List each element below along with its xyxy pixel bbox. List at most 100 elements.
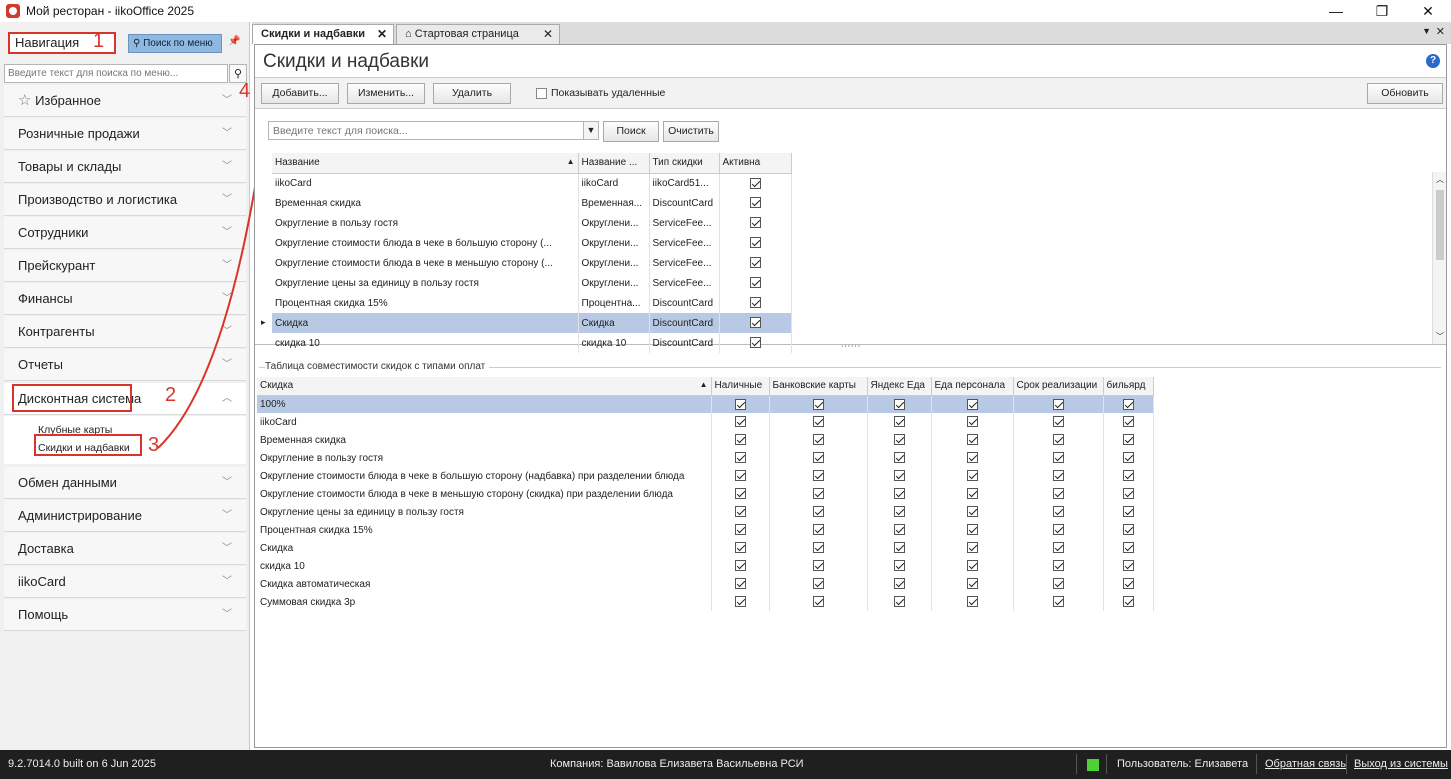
nav-item-bottom-4[interactable]: Помощь ﹀: [4, 599, 246, 631]
chevron-down-icon[interactable]: ▼: [583, 121, 599, 140]
compat-checkbox[interactable]: [1122, 452, 1134, 464]
compat-checkbox[interactable]: [966, 470, 978, 482]
nav-item-top-2[interactable]: Производство и логистика ﹀: [4, 184, 246, 216]
chevron-down-icon[interactable]: ﹀: [1436, 331, 1444, 342]
compat-checkbox[interactable]: [734, 596, 746, 608]
table-row[interactable]: Округление в пользу гостя Округлени... Ser…: [272, 213, 792, 233]
nav-item-bottom-0[interactable]: Обмен данными ﹀: [4, 467, 246, 499]
nav-item-top-6[interactable]: Контрагенты ﹀: [4, 316, 246, 348]
compat-checkbox[interactable]: [893, 434, 905, 446]
close-button[interactable]: ✕: [1405, 0, 1451, 22]
nav-item-top-3[interactable]: Сотрудники ﹀: [4, 217, 246, 249]
compat-checkbox[interactable]: [1122, 542, 1134, 554]
compat-checkbox[interactable]: [812, 452, 824, 464]
show-deleted-checkbox[interactable]: [536, 88, 547, 99]
compat-checkbox[interactable]: [893, 596, 905, 608]
active-checkbox[interactable]: [749, 317, 761, 329]
close-icon[interactable]: ✕: [377, 25, 387, 43]
delete-button[interactable]: Удалить: [433, 83, 511, 104]
compat-checkbox[interactable]: [966, 560, 978, 572]
search-menu-button[interactable]: ⚲ Поиск по меню: [128, 34, 222, 53]
compat-checkbox[interactable]: [966, 578, 978, 590]
compat-checkbox[interactable]: [1052, 398, 1064, 410]
compat-checkbox[interactable]: [893, 452, 905, 464]
compat-checkbox[interactable]: [1122, 524, 1134, 536]
compat-checkbox[interactable]: [1052, 452, 1064, 464]
table-row[interactable]: Суммовая скидка 3р: [257, 593, 1154, 611]
table-row[interactable]: iikoCard iikoCard iikoCard51...: [272, 173, 792, 193]
compat-checkbox[interactable]: [812, 416, 824, 428]
close-icon[interactable]: ✕: [543, 25, 553, 43]
compat-checkbox[interactable]: [1052, 542, 1064, 554]
compat-checkbox[interactable]: [893, 416, 905, 428]
compat-checkbox[interactable]: [966, 452, 978, 464]
compat-checkbox[interactable]: [734, 578, 746, 590]
compat-checkbox[interactable]: [734, 452, 746, 464]
compat-checkbox[interactable]: [1122, 506, 1134, 518]
compat-checkbox[interactable]: [734, 542, 746, 554]
compat-checkbox[interactable]: [1052, 470, 1064, 482]
table-row[interactable]: Процентная скидка 15%: [257, 521, 1154, 539]
table-row[interactable]: Скидка автоматическая: [257, 575, 1154, 593]
compat-checkbox[interactable]: [893, 470, 905, 482]
nav-item-top-5[interactable]: Финансы ﹀: [4, 283, 246, 315]
compat-checkbox[interactable]: [1052, 560, 1064, 572]
compat-checkbox[interactable]: [734, 398, 746, 410]
nav-item-top-7[interactable]: Отчеты ﹀: [4, 349, 246, 381]
splitter-handle[interactable]: ⋯⋯: [255, 342, 1446, 353]
column-header[interactable]: Еда персонала: [931, 377, 1014, 396]
minimize-button[interactable]: —: [1313, 0, 1359, 22]
compat-checkbox[interactable]: [893, 560, 905, 572]
compat-checkbox[interactable]: [1052, 416, 1064, 428]
compat-checkbox[interactable]: [1122, 488, 1134, 500]
nav-item-bottom-2[interactable]: Доставка ﹀: [4, 533, 246, 565]
tab-discounts[interactable]: Скидки и надбавки ✕: [252, 24, 394, 44]
active-checkbox[interactable]: [749, 177, 761, 189]
compat-checkbox[interactable]: [812, 560, 824, 572]
compat-checkbox[interactable]: [1052, 434, 1064, 446]
compat-checkbox[interactable]: [1122, 398, 1134, 410]
compat-checkbox[interactable]: [734, 416, 746, 428]
table-row[interactable]: Округление стоимости блюда в чеке в мень…: [272, 253, 792, 273]
help-icon[interactable]: ?: [1426, 54, 1440, 68]
compat-checkbox[interactable]: [812, 434, 824, 446]
scrollbar-thumb[interactable]: [1436, 190, 1444, 260]
search-button[interactable]: Поиск: [603, 121, 659, 142]
active-checkbox[interactable]: [749, 257, 761, 269]
compat-checkbox[interactable]: [893, 398, 905, 410]
compat-checkbox[interactable]: [1052, 596, 1064, 608]
grid-search-input[interactable]: [268, 121, 584, 140]
table-row[interactable]: Скидка Скидка DiscountCard: [272, 313, 792, 333]
active-checkbox[interactable]: [749, 297, 761, 309]
edit-button[interactable]: Изменить...: [347, 83, 425, 104]
nav-item-top-1[interactable]: Товары и склады ﹀: [4, 151, 246, 183]
table-row[interactable]: iikoCard: [257, 413, 1154, 431]
compat-checkbox[interactable]: [893, 506, 905, 518]
menu-search-input[interactable]: [4, 64, 228, 83]
active-checkbox[interactable]: [749, 237, 761, 249]
column-header[interactable]: Срок реализации: [1013, 377, 1104, 396]
refresh-button[interactable]: Обновить: [1367, 83, 1443, 104]
compat-checkbox[interactable]: [734, 470, 746, 482]
column-header[interactable]: Наличные: [711, 377, 770, 396]
compat-checkbox[interactable]: [812, 542, 824, 554]
compat-checkbox[interactable]: [966, 488, 978, 500]
compat-checkbox[interactable]: [966, 434, 978, 446]
clear-button[interactable]: Очистить: [663, 121, 719, 142]
compat-checkbox[interactable]: [966, 524, 978, 536]
column-header[interactable]: Название ▲: [272, 153, 579, 174]
nav-item-favorites[interactable]: ☆ Избранное ﹀: [4, 85, 246, 117]
nav-item-bottom-3[interactable]: iikoCard ﹀: [4, 566, 246, 598]
column-header[interactable]: Тип скидки: [649, 153, 720, 174]
table-row[interactable]: скидка 10: [257, 557, 1154, 575]
compat-checkbox[interactable]: [812, 524, 824, 536]
table-row[interactable]: Округление цены за единицу в пользу гост…: [272, 273, 792, 293]
tab-start-page[interactable]: ⌂ Стартовая страница ✕: [396, 24, 560, 44]
compat-checkbox[interactable]: [966, 506, 978, 518]
compat-checkbox[interactable]: [812, 596, 824, 608]
compat-checkbox[interactable]: [966, 398, 978, 410]
compat-checkbox[interactable]: [812, 578, 824, 590]
table-row[interactable]: Округление стоимости блюда в чеке в боль…: [272, 233, 792, 253]
column-header[interactable]: Банковские карты: [769, 377, 868, 396]
table-row[interactable]: Временная скидка Временная... DiscountCard: [272, 193, 792, 213]
